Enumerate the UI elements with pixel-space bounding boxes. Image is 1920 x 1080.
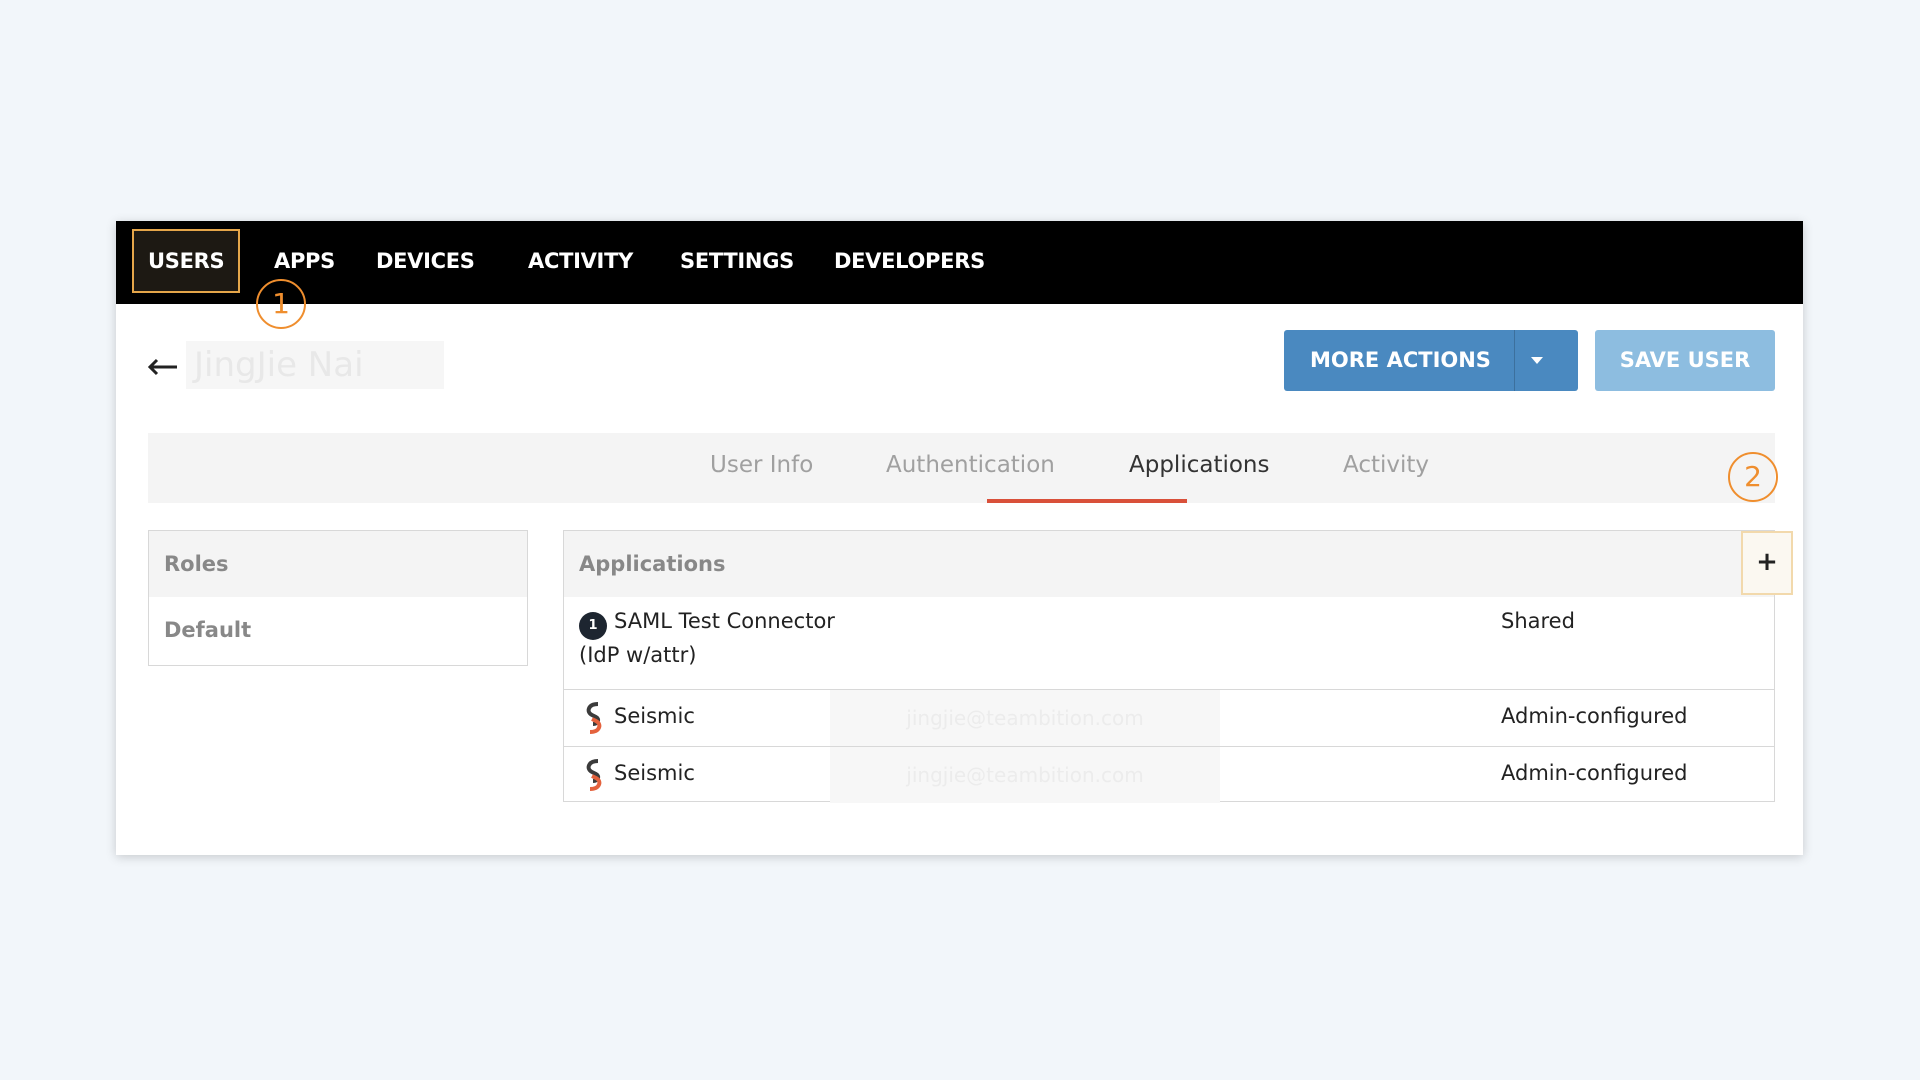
save-user-button[interactable]: SAVE USER [1595, 330, 1775, 391]
chevron-down-icon[interactable] [1531, 357, 1543, 364]
application-row[interactable]: Seismic jingjie@teambition.com Admin-con… [564, 689, 1774, 746]
nav-activity[interactable]: ACTIVITY [512, 229, 649, 293]
seismic-icon [586, 702, 602, 734]
annotation-marker-1: 1 [256, 279, 306, 329]
application-access-type: Admin-configured [1501, 704, 1688, 728]
nav-settings[interactable]: SETTINGS [664, 229, 810, 293]
application-name[interactable]: SAML Test Connector [614, 609, 835, 633]
top-nav-bar: USERS APPS DEVICES ACTIVITY SETTINGS DEV… [116, 221, 1803, 304]
arrow-left-icon[interactable] [146, 353, 178, 381]
tab-user-info[interactable]: User Info [710, 433, 813, 503]
application-access-type: Shared [1501, 609, 1575, 633]
more-actions-label: MORE ACTIONS [1310, 348, 1491, 372]
application-name[interactable]: Seismic [614, 704, 695, 728]
annotation-marker-2: 2 [1728, 452, 1778, 502]
arrow-left-icon-graphic [147, 358, 177, 376]
user-detail-window: USERS APPS DEVICES ACTIVITY SETTINGS DEV… [116, 221, 1803, 855]
application-access-type: Admin-configured [1501, 761, 1688, 785]
applications-panel: Applications + 1 SAML Test Connector (Id… [563, 530, 1793, 803]
role-item[interactable]: Default [149, 597, 527, 665]
tab-authentication[interactable]: Authentication [886, 433, 1055, 503]
application-name[interactable]: Seismic [614, 761, 695, 785]
login-email: jingjie@teambition.com [830, 690, 1220, 746]
login-email: jingjie@teambition.com [830, 747, 1220, 803]
nav-users[interactable]: USERS [132, 229, 241, 293]
add-application-button[interactable]: + [1741, 531, 1793, 595]
nav-developers[interactable]: DEVELOPERS [818, 229, 1001, 293]
roles-panel: Roles Default [148, 530, 528, 666]
roles-header: Roles [149, 531, 527, 597]
tab-activity[interactable]: Activity [1343, 433, 1429, 503]
seismic-icon [586, 759, 602, 791]
button-divider [1514, 330, 1515, 391]
onelogin-icon: 1 [579, 612, 607, 640]
tab-applications[interactable]: Applications [1129, 433, 1270, 503]
applications-header: Applications [564, 531, 1774, 597]
more-actions-button[interactable]: MORE ACTIONS [1284, 330, 1578, 391]
application-row[interactable]: Seismic jingjie@teambition.com Admin-con… [564, 746, 1774, 803]
application-name-subtitle: (IdP w/attr) [579, 643, 697, 667]
nav-devices[interactable]: DEVICES [360, 229, 491, 293]
tab-bar: User Info Authentication Applications Ac… [148, 433, 1775, 503]
active-tab-indicator [987, 499, 1187, 503]
user-name-title: JingJie Nai [186, 341, 444, 389]
application-row[interactable]: 1 SAML Test Connector (IdP w/attr) Share… [564, 597, 1774, 689]
